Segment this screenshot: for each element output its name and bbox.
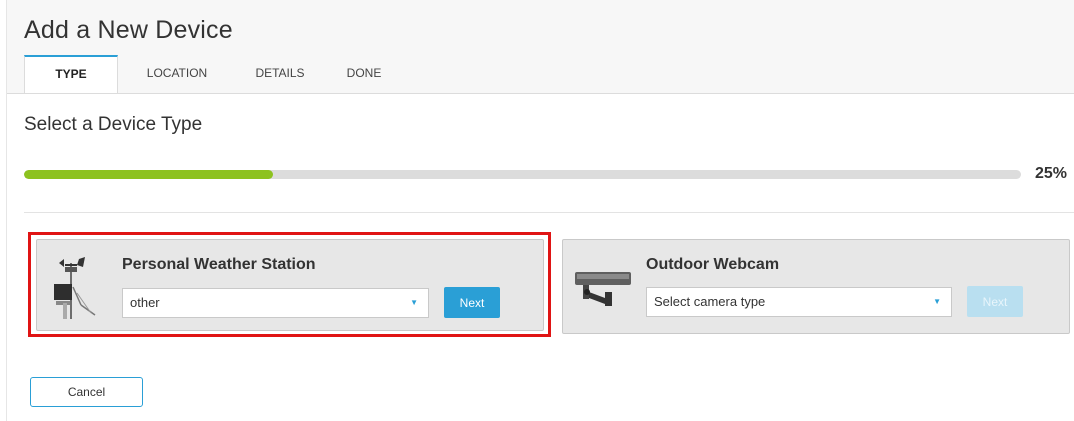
page-title: Add a New Device bbox=[24, 16, 233, 44]
header: Add a New Device TYPE LOCATION DETAILS D… bbox=[7, 0, 1074, 94]
wizard-tabs: TYPE LOCATION DETAILS DONE bbox=[24, 55, 404, 93]
card-title: Outdoor Webcam bbox=[646, 256, 780, 273]
progress-percent: 25% bbox=[1035, 165, 1068, 182]
progress-bar bbox=[24, 170, 1021, 179]
section-title: Select a Device Type bbox=[24, 114, 203, 135]
add-device-panel: Add a New Device TYPE LOCATION DETAILS D… bbox=[6, 0, 1074, 421]
tab-location[interactable]: LOCATION bbox=[118, 55, 236, 92]
chevron-down-icon: ▼ bbox=[933, 297, 941, 306]
progress-bar-fill bbox=[24, 170, 274, 179]
next-button-disabled[interactable]: Next bbox=[967, 286, 1023, 317]
cancel-button[interactable]: Cancel bbox=[30, 377, 143, 407]
webcam-icon bbox=[573, 270, 633, 311]
tab-type[interactable]: TYPE bbox=[24, 55, 118, 93]
card-outdoor-webcam: Outdoor Webcam Select camera type ▼ Next bbox=[562, 239, 1070, 334]
camera-type-select[interactable]: Select camera type ▼ bbox=[646, 287, 952, 317]
select-value: Select camera type bbox=[654, 294, 766, 309]
divider bbox=[24, 212, 1074, 213]
selection-highlight bbox=[28, 232, 551, 337]
tab-details[interactable]: DETAILS bbox=[236, 55, 324, 92]
tab-done[interactable]: DONE bbox=[324, 55, 404, 92]
